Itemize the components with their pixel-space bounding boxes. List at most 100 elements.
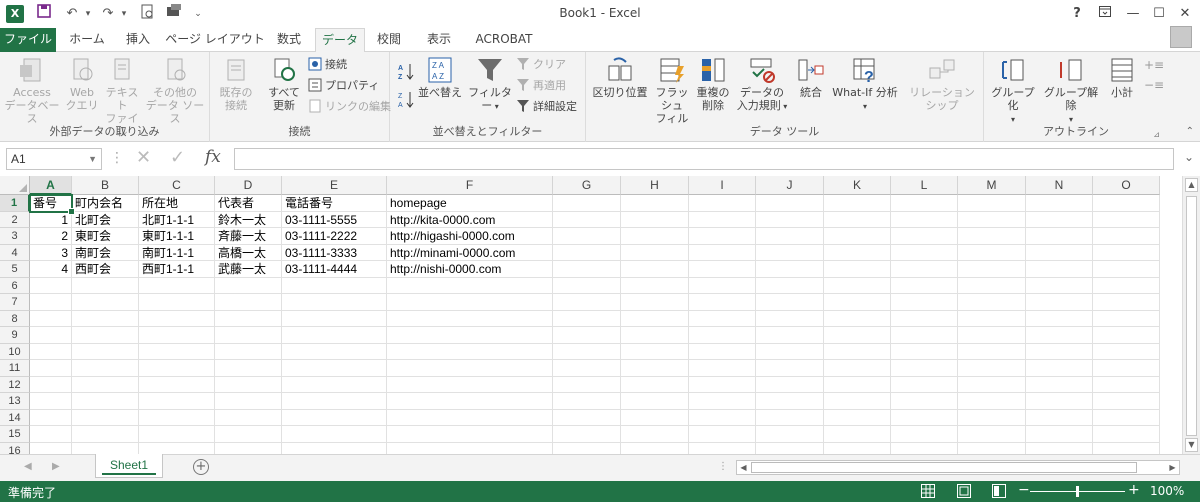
ribbon-display-options-button[interactable] [1093,3,1117,25]
zoom-level[interactable]: 100% [1150,484,1184,498]
flash-fill-button[interactable]: フラッシュ フィル [652,56,692,125]
cell[interactable] [215,360,282,377]
cell[interactable] [282,360,387,377]
cell[interactable] [215,294,282,311]
cell[interactable] [958,393,1026,410]
cell[interactable] [553,261,621,278]
cell[interactable] [139,426,215,443]
column-header[interactable]: G [553,176,621,195]
advanced-button[interactable]: 詳細設定 [516,98,577,116]
cell[interactable] [282,393,387,410]
normal-view-icon[interactable] [921,484,935,498]
cell[interactable] [215,327,282,344]
row-header[interactable]: 16 [0,442,30,454]
cell[interactable] [30,376,72,393]
cell[interactable] [756,426,824,443]
zoom-slider-thumb[interactable] [1076,486,1079,497]
cell[interactable] [621,376,689,393]
cell[interactable] [621,343,689,360]
cell[interactable] [387,426,553,443]
cell[interactable] [689,261,756,278]
cell[interactable] [1093,277,1160,294]
row-header[interactable]: 7 [0,294,30,311]
cell[interactable]: 北町1-1-1 [139,211,215,228]
cell[interactable] [387,393,553,410]
scroll-right-icon[interactable]: ▶ [1166,461,1179,474]
text-to-columns-button[interactable]: 区切り位置 [592,56,648,99]
worksheet-grid[interactable]: A B C D E F G H I J K L M N O 1 番号 町内会名 所在地 代表者 電話番号 homepage… [0,176,1182,454]
cell[interactable] [621,211,689,228]
cell[interactable] [756,376,824,393]
cell[interactable] [621,228,689,245]
cell[interactable] [756,294,824,311]
data-validation-button[interactable]: データの 入力規則 ▾ [734,56,790,113]
tab-formulas[interactable]: 数式 [268,28,310,52]
cell[interactable] [756,244,824,261]
consolidate-button[interactable]: 統合 [794,56,828,99]
cell[interactable] [387,442,553,454]
cell[interactable] [689,327,756,344]
cell[interactable] [824,294,891,311]
cell[interactable] [30,327,72,344]
cell[interactable] [139,393,215,410]
cell[interactable] [553,244,621,261]
row-header[interactable]: 3 [0,228,30,245]
cell[interactable]: 高橋一太 [215,244,282,261]
cell[interactable] [30,310,72,327]
column-header[interactable]: F [387,176,553,195]
group-button[interactable]: グループ化 ▾ [986,56,1040,126]
cell[interactable] [1093,261,1160,278]
cell[interactable] [689,376,756,393]
cell[interactable] [30,409,72,426]
cell[interactable] [215,442,282,454]
cell[interactable] [958,360,1026,377]
cell[interactable] [1093,409,1160,426]
cell[interactable] [891,310,958,327]
cell[interactable]: 町内会名 [72,195,139,212]
cell[interactable] [824,244,891,261]
zoom-in-button[interactable]: + [1128,482,1140,498]
cell[interactable]: 3 [30,244,72,261]
insert-function-icon[interactable]: fx [205,147,221,167]
cell[interactable] [282,327,387,344]
row-header[interactable]: 6 [0,277,30,294]
cell[interactable] [824,343,891,360]
scroll-left-icon[interactable]: ◀ [737,461,750,474]
cell[interactable] [958,228,1026,245]
cell[interactable] [1026,376,1093,393]
row-header[interactable]: 4 [0,244,30,261]
next-sheet-icon[interactable]: ▶ [52,461,60,472]
cell[interactable] [824,393,891,410]
cell[interactable] [215,277,282,294]
cell[interactable] [891,442,958,454]
cell[interactable] [1026,310,1093,327]
tab-acrobat[interactable]: ACROBAT [468,28,540,52]
cell[interactable] [282,294,387,311]
cell[interactable] [387,277,553,294]
cell[interactable] [621,294,689,311]
cell[interactable] [1093,211,1160,228]
cell[interactable] [621,195,689,212]
cell[interactable] [387,294,553,311]
cell[interactable] [824,261,891,278]
tab-page-layout[interactable]: ページ レイアウト [165,28,265,52]
cell[interactable] [72,310,139,327]
cell[interactable] [387,310,553,327]
cell[interactable] [689,244,756,261]
cell[interactable] [1026,393,1093,410]
cell[interactable] [1093,442,1160,454]
cell[interactable] [891,195,958,212]
cell[interactable]: 代表者 [215,195,282,212]
cell[interactable] [387,327,553,344]
cell[interactable] [756,393,824,410]
existing-connections-button[interactable]: 既存の 接続 [216,56,256,112]
expand-formula-bar-icon[interactable]: ⌄ [1184,150,1194,164]
tab-data[interactable]: データ [315,28,365,53]
page-break-view-icon[interactable] [992,484,1006,498]
refresh-all-button[interactable]: すべて 更新 [264,56,304,112]
cell[interactable] [958,343,1026,360]
cell[interactable] [215,426,282,443]
cell[interactable] [215,343,282,360]
row-header[interactable]: 1 [0,195,30,212]
cell[interactable] [621,244,689,261]
